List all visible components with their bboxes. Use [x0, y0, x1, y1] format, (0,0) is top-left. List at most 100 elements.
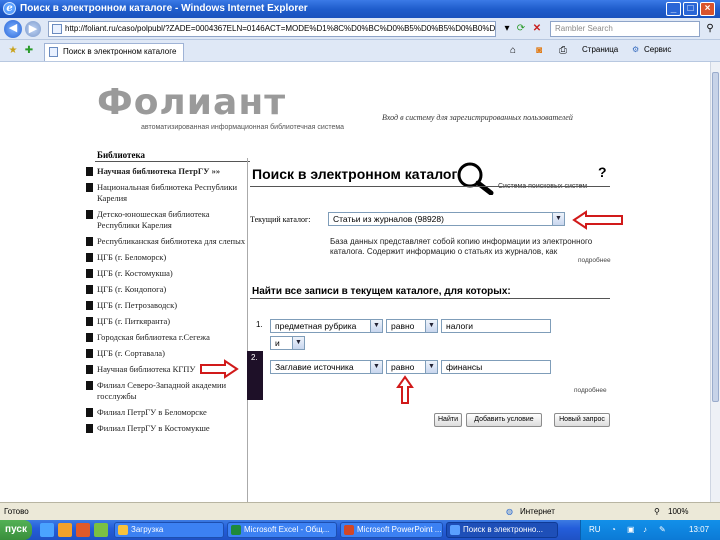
start-button[interactable]: пуск	[0, 520, 32, 540]
sidebar-marker	[86, 349, 93, 358]
powerpoint-icon	[344, 525, 354, 535]
zone-text: Интернет	[520, 507, 555, 516]
sidebar-item[interactable]: ЦГБ (г. Костомукша)	[86, 268, 246, 279]
clock: 13:07	[689, 525, 710, 534]
folder-quicklaunch-icon[interactable]	[58, 523, 72, 537]
value-input[interactable]: налоги	[441, 319, 551, 333]
page-menu[interactable]: Страница	[582, 45, 618, 54]
sidebar-item[interactable]: ЦГБ (г. Петрозаводск)	[86, 300, 246, 311]
gear-icon[interactable]: ⚙	[632, 45, 639, 54]
sidebar-item[interactable]: Филиал Северо-Западной академии госслужб…	[86, 380, 246, 402]
feeds-icon[interactable]: ◙	[532, 44, 546, 58]
close-button[interactable]: ×	[700, 2, 715, 16]
sidebar-item-label: Научная библиотека КГПУ	[97, 364, 196, 374]
dropdown-arrow-icon[interactable]: ▾	[500, 22, 514, 36]
add-condition-button[interactable]: Добавить условие	[466, 413, 542, 427]
new-query-button[interactable]: Новый запрос	[554, 413, 610, 427]
content-divider	[247, 158, 248, 502]
sidebar-item-label: Городская библиотека г.Сегежа	[97, 332, 210, 342]
home-icon[interactable]: ⌂	[506, 44, 520, 58]
back-button[interactable]: ◀	[4, 20, 22, 38]
search-icon[interactable]: ⚲	[703, 22, 717, 36]
find-button[interactable]: Найти	[434, 413, 462, 427]
zoom-icon[interactable]: ⚲	[654, 507, 660, 516]
ie-quicklaunch-icon[interactable]	[40, 523, 54, 537]
page-icon	[52, 24, 62, 34]
zoom-level[interactable]: 100%	[668, 507, 688, 516]
sidebar-item-label: ЦГБ (г. Кондопога)	[97, 284, 167, 294]
sidebar-item[interactable]: ЦГБ (г. Сортавала)	[86, 348, 246, 359]
app-quicklaunch-icon[interactable]	[76, 523, 90, 537]
field-select[interactable]: предметная рубрика ▼	[270, 319, 383, 333]
maximize-button[interactable]: □	[683, 2, 698, 16]
address-input[interactable]: http://foliant.ru/caso/polpubl/?ZADE=000…	[48, 21, 496, 37]
login-link[interactable]: Вход в систему для зарегистрированных по…	[382, 113, 573, 122]
stop-icon[interactable]: ✕	[530, 22, 544, 36]
chevron-down-icon: ▼	[552, 213, 564, 225]
internet-explorer-icon: e	[3, 2, 16, 15]
excel-icon	[231, 525, 241, 535]
taskbar-item[interactable]: Microsoft PowerPoint ...	[340, 522, 443, 538]
sidebar-heading: Библиотека	[97, 150, 145, 160]
sidebar-item[interactable]: Национальная библиотека Республики Карел…	[86, 182, 246, 204]
network-icon[interactable]: ▣	[627, 525, 635, 534]
sidebar-item[interactable]: Городская библиотека г.Сегежа	[86, 332, 246, 343]
add-favorites-icon[interactable]: ✚	[22, 44, 36, 58]
tools-menu[interactable]: Сервис	[644, 45, 671, 54]
sidebar-marker	[86, 381, 93, 390]
sidebar-item[interactable]: Детско-юношеская библиотека Республики К…	[86, 209, 246, 231]
status-text: Готово	[4, 507, 29, 516]
sidebar-item[interactable]: ЦГБ (г. Кондопога)	[86, 284, 246, 295]
help-icon[interactable]: ?	[598, 164, 607, 180]
field-select[interactable]: Заглавие источника ▼	[270, 360, 383, 374]
sidebar-item[interactable]: Научная библиотека ПетрГУ »»	[86, 166, 246, 177]
sidebar-marker	[86, 285, 93, 294]
language-indicator[interactable]: RU	[589, 525, 601, 534]
chevron-down-icon: ▼	[370, 320, 382, 332]
window-title: Поиск в электронном каталоге - Windows I…	[20, 3, 308, 14]
vertical-scrollbar[interactable]	[710, 62, 720, 502]
volume-icon[interactable]: ♪	[643, 525, 647, 534]
tray-icon[interactable]: ◔	[611, 525, 616, 534]
scrollbar-thumb[interactable]	[712, 72, 719, 402]
sidebar-marker	[86, 408, 93, 417]
field-select-value: Заглавие источника	[275, 362, 354, 372]
sidebar-item[interactable]: ЦГБ (г. Питкяранта)	[86, 316, 246, 327]
sidebar-item-label: Филиал Северо-Западной академии госслужб…	[97, 380, 227, 401]
sidebar-item-label: ЦГБ (г. Питкяранта)	[97, 316, 171, 326]
more-link[interactable]: подробнее	[578, 257, 611, 264]
page-icon	[49, 47, 58, 57]
taskbar-item-active[interactable]: Поиск в электронно...	[446, 522, 558, 538]
logo-text: Фолиант	[97, 82, 287, 123]
more-link[interactable]: подробнее	[574, 387, 607, 394]
value-input-text: финансы	[446, 362, 483, 372]
sidebar-marker	[86, 183, 93, 192]
minimize-button[interactable]: _	[666, 2, 681, 16]
tab-current[interactable]: Поиск в электронном каталоге	[44, 43, 184, 61]
logic-select[interactable]: и ▼	[270, 336, 305, 350]
red-arrow-left-icon	[572, 210, 623, 230]
condition-select[interactable]: равно ▼	[386, 319, 438, 333]
condition-select[interactable]: равно ▼	[386, 360, 438, 374]
taskbar-item[interactable]: Загрузка	[114, 522, 224, 538]
refresh-icon[interactable]: ⟳	[514, 22, 528, 36]
sidebar-item[interactable]: Республиканская библиотека для слепых	[86, 236, 246, 247]
search-input[interactable]: Rambler Search	[550, 21, 700, 37]
value-input-text: налоги	[446, 321, 474, 331]
sidebar-divider	[95, 161, 250, 162]
taskbar-item[interactable]: Microsoft Excel - Общ...	[227, 522, 337, 538]
app-quicklaunch-icon[interactable]	[94, 523, 108, 537]
favorites-star-icon[interactable]: ★	[6, 44, 20, 58]
forward-button[interactable]: ▶	[25, 21, 41, 37]
value-input[interactable]: финансы	[441, 360, 551, 374]
sidebar-item[interactable]: ЦГБ (г. Беломорск)	[86, 252, 246, 263]
print-icon[interactable]: ⎙	[556, 44, 570, 58]
sidebar-item[interactable]: Филиал ПетрГУ в Беломорске	[86, 407, 246, 418]
chevron-down-icon: ▼	[292, 337, 304, 349]
taskbar-item-label: Загрузка	[131, 525, 164, 534]
library-sidebar: Научная библиотека ПетрГУ »» Национальна…	[86, 166, 246, 439]
sidebar-item[interactable]: Филиал ПетрГУ в Костомукше	[86, 423, 246, 434]
catalog-select[interactable]: Статьи из журналов (98928) ▼	[328, 212, 565, 226]
tray-icon[interactable]: ✎	[659, 525, 666, 534]
taskbar-item-label: Microsoft PowerPoint ...	[357, 525, 442, 534]
